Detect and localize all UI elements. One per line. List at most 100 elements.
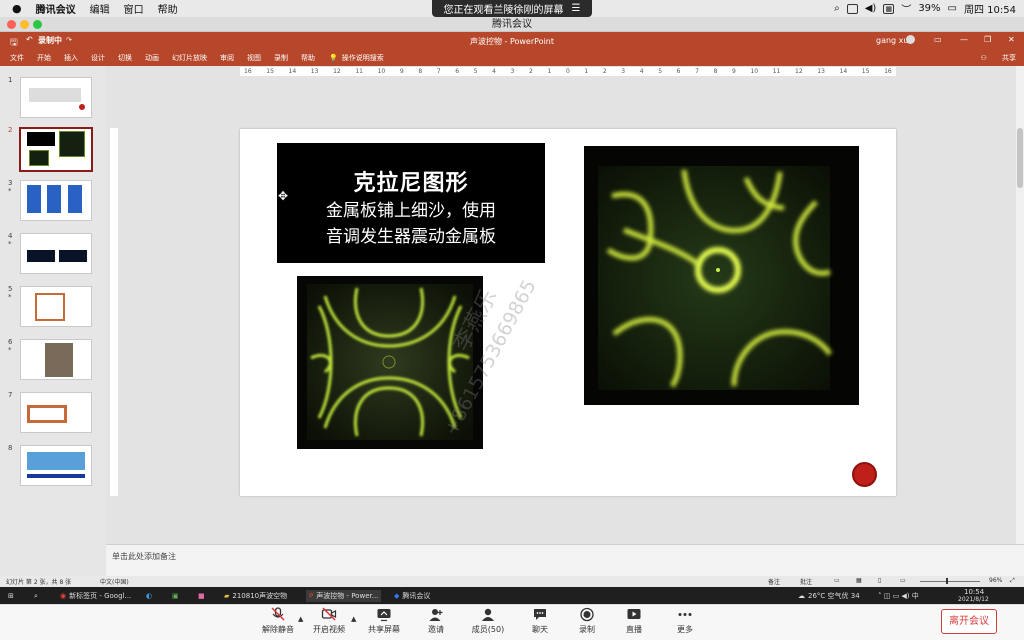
ribbon-display-icon[interactable]: ▭ bbox=[934, 35, 942, 44]
menu-help[interactable]: 帮助 bbox=[158, 1, 178, 16]
taskbar-chrome[interactable]: ◉ 新标签页 - Googl... bbox=[60, 590, 131, 602]
comments-button[interactable]: 批注 bbox=[800, 577, 812, 586]
menu-app-name[interactable]: 腾讯会议 bbox=[36, 1, 76, 16]
slide-canvas[interactable]: 克拉尼图形 金属板铺上细沙，使用 音调发生器震动金属板 ✥ +861575366… bbox=[240, 129, 896, 496]
record-button[interactable]: 录制 bbox=[560, 607, 614, 639]
battery-icon[interactable]: ▭ bbox=[948, 3, 957, 14]
store-icon[interactable]: ▣ bbox=[172, 590, 179, 602]
taskbar-date[interactable]: 2021/8/12 bbox=[958, 596, 989, 603]
language-status[interactable]: 中文(中国) bbox=[100, 577, 129, 586]
wifi-icon[interactable]: ︶ bbox=[901, 1, 911, 16]
unmute-label: 解除静音 bbox=[262, 625, 294, 634]
ruler-tick-label: 4 bbox=[492, 68, 496, 75]
ruler-tick-label: 2 bbox=[602, 68, 607, 75]
slide-thumbnail-2[interactable] bbox=[19, 127, 93, 172]
ruler-tick-label: 9 bbox=[732, 68, 736, 75]
app-icon[interactable]: ■ bbox=[198, 590, 205, 602]
minimize-icon[interactable]: — bbox=[960, 35, 968, 44]
normal-view-icon[interactable]: ▭ bbox=[834, 577, 840, 584]
horizontal-ruler: 16 15 14 13 12 11 10 9 8 7 6 5 4 3 2 1 0 1 2 3 4 5 6 7 8 9 10 11 12 1… bbox=[240, 67, 896, 76]
fit-slide-icon[interactable]: ⤢ bbox=[1010, 577, 1015, 585]
chat-button[interactable]: 聊天 bbox=[513, 607, 567, 639]
slide-number: 2 bbox=[8, 126, 13, 134]
lightbulb-icon[interactable]: 💡 bbox=[329, 54, 338, 62]
reading-view-icon[interactable]: ▯ bbox=[878, 577, 881, 584]
share-button[interactable]: ⚇ 共享 bbox=[980, 53, 1016, 63]
zoom-level[interactable]: 96% bbox=[989, 577, 1002, 584]
video-button[interactable]: 开启视频 bbox=[302, 607, 356, 639]
grid-icon[interactable]: ▦ bbox=[883, 3, 895, 14]
windows-start-icon[interactable]: ⊞ bbox=[8, 590, 14, 602]
restore-icon[interactable]: ❐ bbox=[984, 35, 991, 44]
tray-icons[interactable]: ˄ ◫ ▭ ◀) 中 bbox=[878, 590, 919, 602]
vertical-scrollbar[interactable] bbox=[1016, 66, 1024, 544]
zoom-slider-handle[interactable] bbox=[946, 578, 948, 584]
menu-edit[interactable]: 编辑 bbox=[90, 1, 110, 16]
ruler-tick-label: 2 bbox=[529, 68, 533, 75]
slide-sorter-icon[interactable]: ▦ bbox=[856, 577, 862, 584]
zoom-slider[interactable] bbox=[920, 581, 980, 582]
tab-help[interactable]: 帮助 bbox=[301, 53, 315, 63]
avatar[interactable] bbox=[906, 35, 915, 44]
tab-review[interactable]: 审阅 bbox=[220, 53, 234, 63]
unmute-button[interactable]: 解除静音 bbox=[251, 607, 305, 639]
fullscreen-window-button[interactable] bbox=[33, 20, 42, 29]
slide-thumbnail-6[interactable] bbox=[20, 339, 92, 380]
taskbar-meeting[interactable]: ◆ 腾讯会议 bbox=[394, 590, 430, 602]
clock[interactable]: 周四 10:54 bbox=[964, 1, 1016, 16]
notes-button[interactable]: 备注 bbox=[768, 577, 780, 586]
minimize-window-button[interactable] bbox=[20, 20, 29, 29]
screen-sharing-banner[interactable]: 您正在观看兰陵徐刚的屏幕 ☰ bbox=[432, 0, 592, 17]
live-button[interactable]: 直播 bbox=[607, 607, 661, 639]
chladni-photo-large[interactable] bbox=[584, 146, 859, 405]
taskbar-folder[interactable]: ▰ 210810声波空物 bbox=[224, 590, 287, 602]
user-name[interactable]: gang xu bbox=[876, 36, 908, 45]
more-button[interactable]: 更多 bbox=[658, 607, 712, 639]
weather-widget[interactable]: ☁ 26°C 空气优 34 bbox=[798, 590, 860, 602]
ruler-tick-label: 10 bbox=[750, 68, 759, 75]
invite-button[interactable]: 邀请 bbox=[409, 607, 463, 639]
tab-transitions[interactable]: 切换 bbox=[118, 53, 132, 63]
slide-thumbnail-1[interactable] bbox=[20, 77, 92, 118]
meeting-toolbar: 解除静音 ▲ 开启视频 ▲ 共享屏幕 邀请 成员(50) 聊天 录制 直播 更多 bbox=[0, 604, 1024, 640]
taskbar-time[interactable]: 10:54 bbox=[964, 588, 984, 596]
share-screen-button[interactable]: 共享屏幕 bbox=[357, 607, 411, 639]
tab-design[interactable]: 设计 bbox=[91, 53, 105, 63]
slide-thumbnail-7[interactable] bbox=[20, 392, 92, 433]
menu-icon[interactable]: ☰ bbox=[572, 3, 581, 14]
tab-file[interactable]: 文件 bbox=[10, 53, 24, 63]
title-textbox[interactable]: 克拉尼图形 金属板铺上细沙，使用 音调发生器震动金属板 bbox=[277, 143, 545, 263]
ruler-tick-label: 12 bbox=[795, 68, 803, 75]
tab-record[interactable]: 录制 bbox=[274, 53, 288, 63]
slide-thumbnail-4[interactable] bbox=[20, 233, 92, 274]
sound-icon[interactable]: ◀) bbox=[865, 3, 877, 14]
notes-pane[interactable]: 单击此处添加备注 bbox=[106, 544, 1024, 576]
tab-animations[interactable]: 动画 bbox=[145, 53, 159, 63]
close-window-button[interactable] bbox=[7, 20, 16, 29]
battery-percent: 39% bbox=[918, 3, 941, 14]
slide-thumbnail-3[interactable] bbox=[20, 180, 92, 221]
tab-home[interactable]: 开始 bbox=[37, 53, 51, 63]
taskbar-folder-label: 210810声波空物 bbox=[232, 592, 288, 600]
slideshow-icon[interactable]: ▭ bbox=[900, 577, 906, 584]
powerpoint-icon: P bbox=[309, 592, 314, 600]
menu-window[interactable]: 窗口 bbox=[124, 1, 144, 16]
close-icon[interactable]: ✕ bbox=[1008, 35, 1015, 44]
leave-meeting-button[interactable]: 离开会议 bbox=[941, 609, 997, 634]
members-button[interactable]: 成员(50) bbox=[461, 607, 515, 639]
caret-up-icon[interactable]: ▲ bbox=[351, 615, 356, 623]
tell-me-search[interactable]: 操作说明搜索 bbox=[342, 53, 384, 63]
tab-view[interactable]: 视图 bbox=[247, 53, 261, 63]
search-icon[interactable]: ⌕ bbox=[834, 3, 840, 14]
screen-icon[interactable] bbox=[846, 3, 858, 14]
slide-thumbnail-5[interactable] bbox=[20, 286, 92, 327]
ruler-tick-label: 3 bbox=[510, 68, 515, 75]
apple-icon[interactable]: ● bbox=[12, 2, 22, 15]
taskbar-powerpoint[interactable]: P 声波控物 - Power... bbox=[306, 590, 382, 602]
cloud-icon: ☁ bbox=[798, 592, 805, 600]
edge-icon[interactable]: ◐ bbox=[146, 590, 152, 602]
tab-insert[interactable]: 插入 bbox=[64, 53, 78, 63]
tab-slideshow[interactable]: 幻灯片放映 bbox=[172, 53, 207, 63]
search-icon[interactable]: ⌕ bbox=[34, 590, 38, 602]
slide-thumbnail-8[interactable] bbox=[20, 445, 92, 486]
